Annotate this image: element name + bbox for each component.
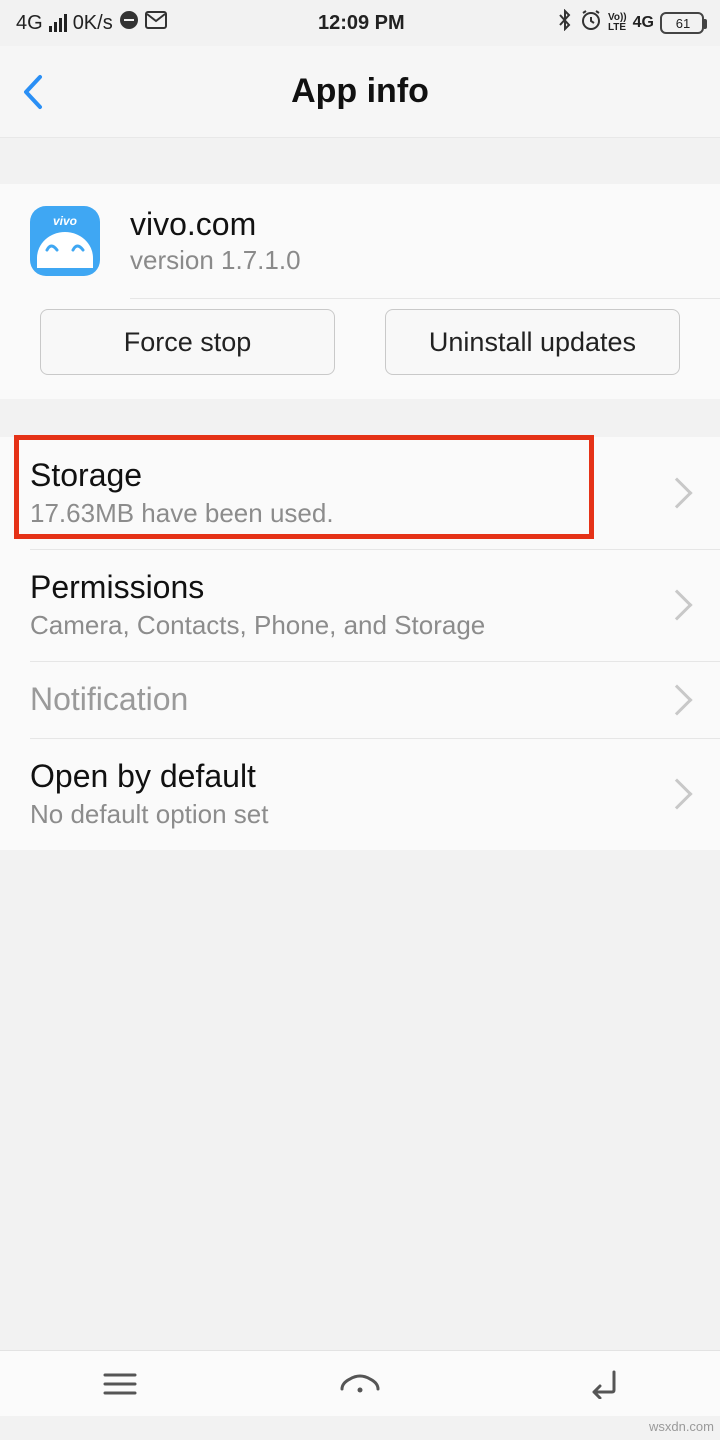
app-icon-brand: vivo <box>53 214 77 228</box>
force-stop-button[interactable]: Force stop <box>40 309 335 375</box>
permissions-item[interactable]: Permissions Camera, Contacts, Phone, and… <box>0 549 720 661</box>
permissions-title: Permissions <box>30 569 666 606</box>
app-header-block: vivo vivo.com version 1.7.1.0 Force stop… <box>0 184 720 399</box>
app-name: vivo.com <box>130 206 692 243</box>
lte-label: LTE <box>608 23 627 33</box>
signal-icon <box>49 14 67 32</box>
status-bar: 4G 0K/s 12:09 PM Vo)) LTE 4G 61 <box>0 0 720 46</box>
network2-label: 4G <box>633 14 654 32</box>
action-buttons: Force stop Uninstall updates <box>0 299 720 375</box>
chevron-right-icon <box>661 778 692 809</box>
chevron-right-icon <box>661 684 692 715</box>
storage-sub: 17.63MB have been used. <box>30 498 666 529</box>
chevron-right-icon <box>661 477 692 508</box>
storage-item[interactable]: Storage 17.63MB have been used. <box>0 437 720 549</box>
section-gap <box>0 399 720 437</box>
open-default-title: Open by default <box>30 758 666 795</box>
network-label: 4G <box>16 12 43 35</box>
dnd-icon <box>119 10 139 36</box>
app-icon: vivo <box>30 206 100 276</box>
status-right: Vo)) LTE 4G 61 <box>556 9 704 37</box>
notification-item[interactable]: Notification <box>0 661 720 738</box>
message-icon <box>145 11 167 35</box>
open-default-sub: No default option set <box>30 799 666 830</box>
alarm-icon <box>580 9 602 37</box>
battery-icon: 61 <box>660 12 704 34</box>
status-time: 12:09 PM <box>318 12 405 35</box>
notification-title: Notification <box>30 681 666 718</box>
back-button[interactable] <box>0 46 64 137</box>
back-nav-button[interactable] <box>540 1351 660 1416</box>
recents-button[interactable] <box>60 1351 180 1416</box>
header: App info <box>0 46 720 138</box>
open-by-default-item[interactable]: Open by default No default option set <box>0 738 720 850</box>
bluetooth-icon <box>556 9 574 37</box>
watermark: wsxdn.com <box>649 1419 714 1434</box>
home-button[interactable] <box>300 1351 420 1416</box>
app-row: vivo vivo.com version 1.7.1.0 <box>0 194 720 290</box>
network-speed: 0K/s <box>73 12 113 35</box>
storage-title: Storage <box>30 457 666 494</box>
settings-list: Storage 17.63MB have been used. Permissi… <box>0 437 720 850</box>
section-gap <box>0 138 720 184</box>
page-title: App info <box>0 72 720 111</box>
nav-bar <box>0 1350 720 1416</box>
status-left: 4G 0K/s <box>16 10 167 36</box>
app-icon-face <box>37 232 93 268</box>
chevron-right-icon <box>661 589 692 620</box>
uninstall-updates-button[interactable]: Uninstall updates <box>385 309 680 375</box>
battery-level: 61 <box>676 16 690 31</box>
app-version: version 1.7.1.0 <box>130 245 692 276</box>
permissions-sub: Camera, Contacts, Phone, and Storage <box>30 610 666 641</box>
